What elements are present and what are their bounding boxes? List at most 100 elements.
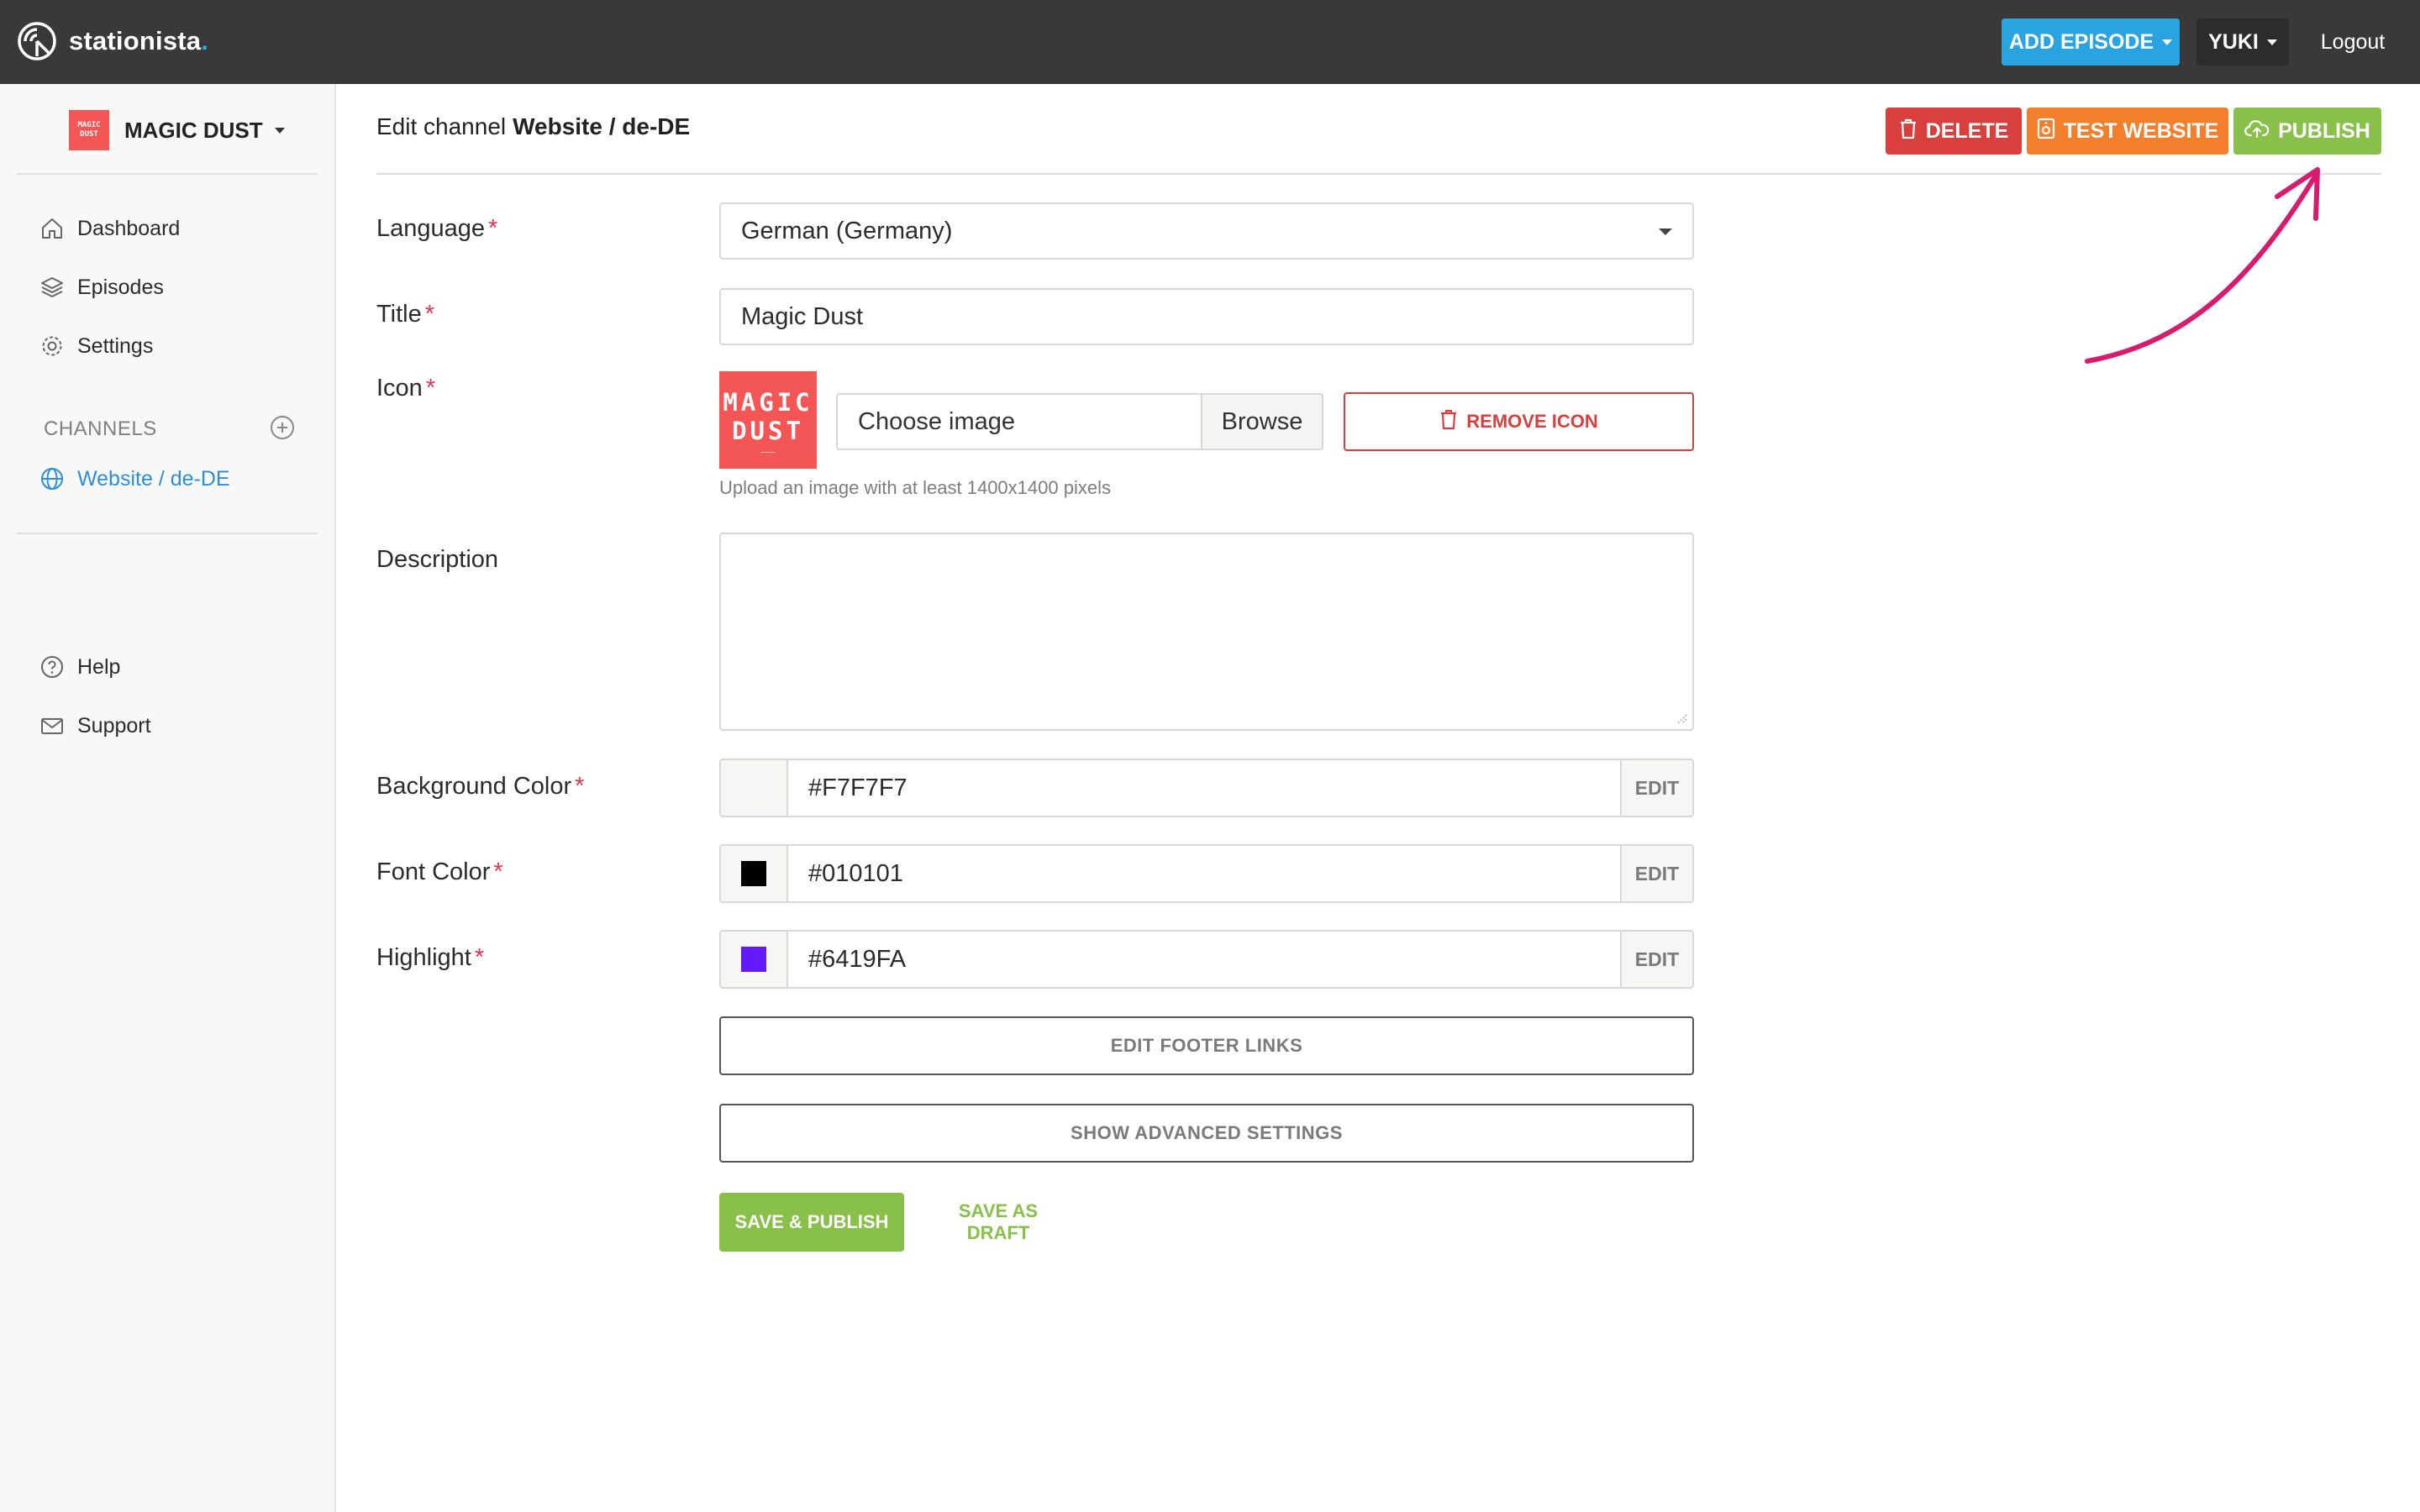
brand-logo[interactable]: stationista. — [17, 17, 208, 66]
background-color-edit-button[interactable]: EDIT — [1620, 760, 1692, 816]
remove-icon-label: REMOVE ICON — [1466, 411, 1598, 432]
icon-preview-line1: MAGIC — [723, 387, 813, 417]
sidebar-item-support[interactable]: Support — [39, 706, 151, 746]
color-swatch-cell[interactable] — [721, 932, 788, 987]
required-mark: * — [493, 858, 503, 885]
sidebar-item-label: Help — [77, 654, 121, 679]
trash-icon — [1899, 118, 1918, 145]
globe-icon — [39, 465, 66, 492]
logout-link[interactable]: Logout — [2302, 18, 2403, 66]
highlight-color-edit-button[interactable]: EDIT — [1620, 932, 1692, 987]
sidebar-item-dashboard[interactable]: Dashboard — [39, 208, 180, 249]
font-color-edit-button[interactable]: EDIT — [1620, 846, 1692, 901]
test-website-button[interactable]: TEST WEBSITE — [2027, 108, 2228, 155]
shop-logo-line1: MAGIC — [77, 121, 101, 129]
font-color-label-text: Font Color — [376, 858, 491, 885]
background-color-field[interactable]: #F7F7F7 EDIT — [719, 759, 1694, 817]
color-swatch-cell[interactable] — [721, 846, 788, 901]
font-color-label: Font Color * — [376, 858, 503, 886]
font-color-swatch — [741, 861, 766, 886]
page-title-channel: Website / de-DE — [513, 113, 691, 139]
shop-name: MAGIC DUST — [124, 117, 263, 143]
sidebar-item-label: Dashboard — [77, 216, 181, 240]
chevron-down-icon — [1659, 228, 1672, 235]
sidebar-item-label: Support — [77, 713, 151, 738]
home-icon — [39, 215, 66, 242]
publish-label: PUBLISH — [2278, 118, 2370, 143]
speaker-icon — [2037, 118, 2055, 145]
icon-help-text: Upload an image with at least 1400x1400 … — [719, 477, 1111, 498]
layers-icon — [39, 274, 66, 301]
delete-button[interactable]: DELETE — [1886, 108, 2022, 155]
file-placeholder: Choose image — [858, 407, 1015, 435]
chevron-down-icon — [2266, 39, 2277, 45]
sidebar-item-episodes[interactable]: Episodes — [39, 267, 164, 307]
sidebar-item-help[interactable]: Help — [39, 647, 120, 687]
highlight-label-text: Highlight — [376, 944, 471, 971]
sidebar-item-website-de-de[interactable]: Website / de-DE — [39, 459, 230, 499]
sidebar-item-label: Settings — [77, 333, 154, 358]
test-website-label: TEST WEBSITE — [2063, 118, 2219, 143]
highlight-color-value[interactable]: #6419FA — [788, 932, 1620, 987]
browse-button[interactable]: Browse — [1201, 395, 1322, 449]
highlight-color-field[interactable]: #6419FA EDIT — [719, 930, 1694, 989]
add-channel-icon[interactable] — [269, 414, 296, 445]
stationista-logo-icon — [18, 22, 56, 60]
language-label: Language * — [376, 215, 497, 243]
background-color-label: Background Color * — [376, 773, 584, 801]
remove-icon-button[interactable]: REMOVE ICON — [1344, 392, 1694, 451]
title-input[interactable]: Magic Dust — [719, 288, 1694, 345]
chevron-down-icon — [2162, 39, 2173, 45]
sidebar: MAGIC DUST MAGIC DUST Dashboard Episodes… — [0, 84, 336, 1512]
shop-logo-line2: DUST — [80, 130, 98, 139]
user-name: YUKI — [2208, 29, 2259, 54]
background-color-value[interactable]: #F7F7F7 — [788, 760, 1620, 816]
required-mark: * — [424, 301, 435, 328]
add-episode-button[interactable]: ADD EPISODE — [2002, 18, 2180, 66]
description-label-text: Description — [376, 546, 499, 573]
sidebar-divider — [17, 173, 318, 175]
sidebar-item-settings[interactable]: Settings — [39, 326, 153, 366]
icon-file-input[interactable]: Choose image Browse — [836, 393, 1323, 450]
cloud-upload-icon — [2244, 118, 2270, 144]
delete-label: DELETE — [1925, 118, 2009, 143]
background-color-label-text: Background Color — [376, 773, 572, 800]
title-label-text: Title — [376, 301, 422, 328]
language-select[interactable]: German (Germany) — [719, 202, 1694, 260]
header-divider — [376, 173, 2381, 175]
description-textarea[interactable] — [719, 533, 1694, 731]
trash-icon — [1439, 408, 1458, 435]
font-color-value[interactable]: #010101 — [788, 846, 1620, 901]
shop-selector[interactable]: MAGIC DUST MAGIC DUST — [69, 108, 285, 153]
font-color-field[interactable]: #010101 EDIT — [719, 844, 1694, 903]
publish-button[interactable]: PUBLISH — [2233, 108, 2381, 155]
color-swatch-cell[interactable] — [721, 760, 788, 816]
brand-dot: . — [201, 26, 208, 55]
icon-preview-line2: DUST — [732, 416, 804, 445]
required-mark: * — [425, 375, 436, 402]
description-label: Description — [376, 546, 498, 574]
required-mark: * — [474, 944, 485, 971]
resize-handle-icon[interactable] — [1674, 711, 1687, 724]
icon-preview-underline — [760, 451, 776, 453]
title-value: Magic Dust — [741, 302, 864, 330]
required-mark: * — [575, 773, 585, 800]
chevron-down-icon — [274, 127, 285, 134]
shop-logo: MAGIC DUST — [69, 110, 109, 150]
page-title: Edit channel Website / de-DE — [376, 108, 690, 146]
required-mark: * — [488, 215, 498, 242]
envelope-icon — [39, 712, 66, 739]
add-episode-label: ADD EPISODE — [2008, 29, 2154, 54]
icon-label-text: Icon — [376, 375, 423, 402]
user-menu-button[interactable]: YUKI — [2196, 18, 2289, 66]
brand-name: stationista — [69, 26, 202, 55]
background-color-swatch — [741, 775, 766, 801]
save-and-publish-button[interactable]: SAVE & PUBLISH — [719, 1193, 904, 1252]
gear-icon — [39, 333, 66, 360]
show-advanced-settings-button[interactable]: SHOW ADVANCED SETTINGS — [719, 1104, 1694, 1163]
channels-title: CHANNELS — [44, 417, 157, 440]
sidebar-divider — [17, 533, 318, 534]
page-title-prefix: Edit channel — [376, 113, 507, 139]
edit-footer-links-button[interactable]: EDIT FOOTER LINKS — [719, 1016, 1694, 1075]
save-as-draft-button[interactable]: SAVE AS DRAFT — [924, 1193, 1072, 1252]
